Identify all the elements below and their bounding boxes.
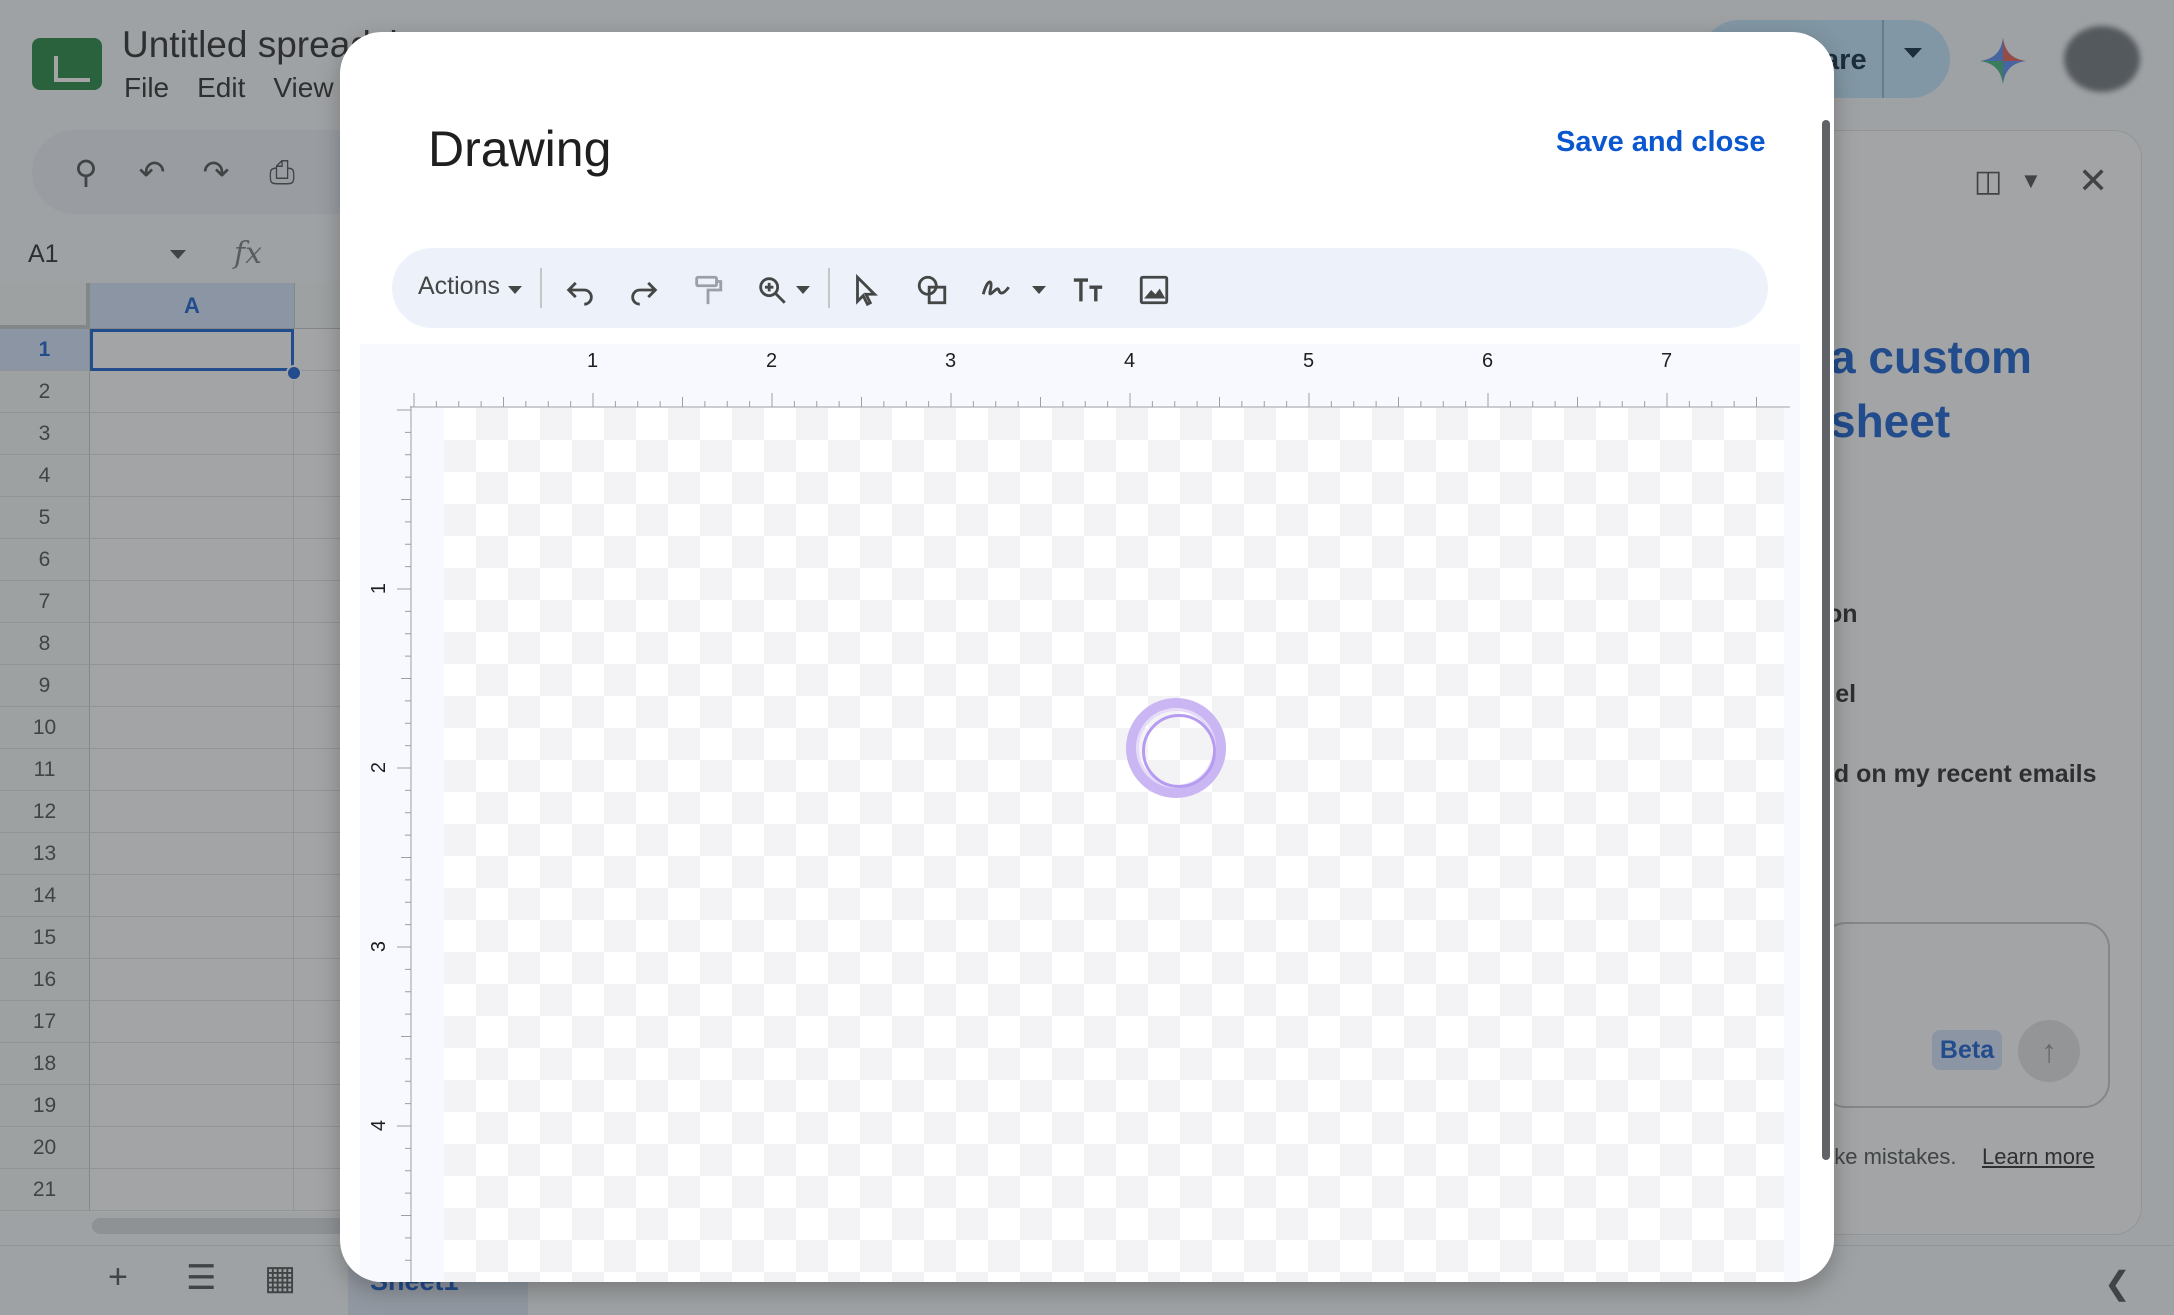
paint-format-icon[interactable] <box>686 268 730 312</box>
ruler-label: 3 <box>368 940 391 953</box>
zoom-icon[interactable] <box>750 268 794 312</box>
ruler-label: 6 <box>1482 350 1494 372</box>
actions-menu-button[interactable]: Actions <box>418 272 500 301</box>
drawing-dialog: Drawing Save and close Actions 1 2 3 4 5 6 7 1… <box>340 32 1834 1282</box>
ruler-label: 7 <box>1661 350 1673 372</box>
ruler-label: 1 <box>587 350 599 372</box>
image-icon[interactable] <box>1132 268 1176 312</box>
drawing-canvas[interactable] <box>444 408 1784 1282</box>
toolbar-separator <box>828 268 830 308</box>
ruler-label: 5 <box>1303 350 1315 372</box>
line-icon[interactable] <box>974 268 1018 312</box>
dialog-scrollbar[interactable] <box>1822 120 1830 1160</box>
vertical-ruler <box>397 406 412 1282</box>
ruler-label: 3 <box>945 350 957 372</box>
ruler-label: 4 <box>368 1119 391 1132</box>
text-box-icon[interactable] <box>1066 268 1110 312</box>
ruler-label: 1 <box>368 582 391 595</box>
shape-icon[interactable] <box>910 268 954 312</box>
line-dropdown-icon[interactable] <box>1032 286 1046 294</box>
horizontal-ruler <box>410 393 1790 408</box>
ruler-label: 2 <box>766 350 778 372</box>
select-icon[interactable] <box>844 268 888 312</box>
toolbar-separator <box>540 268 542 308</box>
save-and-close-button[interactable]: Save and close <box>1556 126 1766 159</box>
dialog-title: Drawing <box>428 121 612 177</box>
drawing-canvas-area[interactable]: 1 2 3 4 5 6 7 1 2 3 4 <box>360 344 1800 1282</box>
zoom-dropdown-icon[interactable] <box>796 286 810 294</box>
ruler-label: 2 <box>368 761 391 774</box>
ruler-label: 4 <box>1124 350 1136 372</box>
undo-icon[interactable] <box>558 268 602 312</box>
actions-dropdown-icon[interactable] <box>508 286 522 294</box>
loading-spinner <box>1126 698 1226 798</box>
redo-icon[interactable] <box>622 268 666 312</box>
